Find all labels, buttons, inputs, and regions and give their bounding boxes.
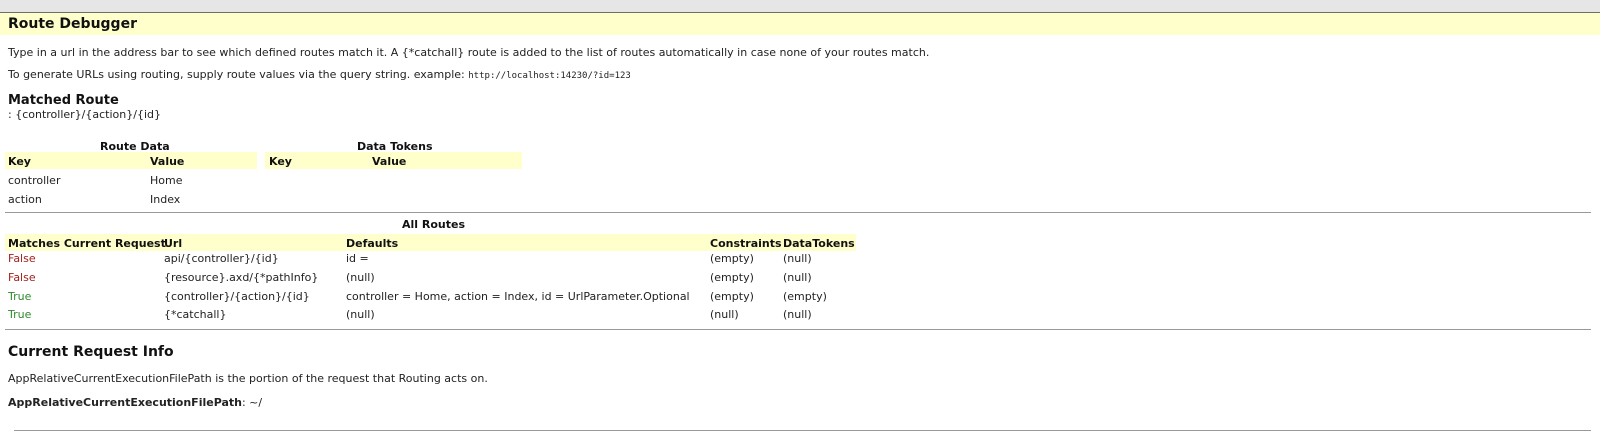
section-divider (5, 212, 1591, 213)
route-match-status: False (8, 252, 36, 265)
current-path-label: AppRelativeCurrentExecutionFilePath (8, 396, 242, 409)
defaults-header: Defaults (346, 237, 399, 250)
intro-text: Type in a url in the address bar to see … (8, 46, 930, 59)
generate-urls-line: To generate URLs using routing, supply r… (8, 68, 631, 81)
matched-route-heading: Matched Route (8, 93, 119, 108)
all-routes-title: All Routes (402, 218, 466, 231)
matched-route-value: : {controller}/{action}/{id} (8, 108, 161, 121)
route-defaults: controller = Home, action = Index, id = … (346, 290, 690, 303)
route-defaults: (null) (346, 308, 375, 321)
browser-top-strip (0, 0, 1600, 13)
route-constraints: (empty) (710, 271, 754, 284)
route-url: api/{controller}/{id} (164, 252, 279, 265)
page-title: Route Debugger (8, 16, 137, 32)
generate-urls-text: To generate URLs using routing, supply r… (8, 68, 465, 81)
route-url: {*catchall} (164, 308, 227, 321)
title-bar: Route Debugger (0, 13, 1600, 35)
route-match-status: True (8, 290, 32, 303)
route-constraints: (empty) (710, 252, 754, 265)
example-url: http://localhost:14230/?id=123 (468, 71, 631, 81)
route-url: {resource}.axd/{*pathInfo} (164, 271, 319, 284)
route-url: {controller}/{action}/{id} (164, 290, 310, 303)
current-path-value: : ~/ (241, 396, 263, 409)
route-match-status: False (8, 271, 36, 284)
route-match-status: True (8, 308, 32, 321)
route-defaults: (null) (346, 271, 375, 284)
datatokens-header: DataTokens (783, 237, 855, 250)
url-header: Url (164, 237, 183, 250)
route-datatokens: (null) (783, 308, 812, 321)
data-tokens-key-header: Key (269, 155, 292, 168)
current-path-line: AppRelativeCurrentExecutionFilePath: ~/ (8, 396, 262, 409)
route-data-key: controller (8, 174, 61, 187)
route-datatokens: (empty) (783, 290, 827, 303)
section-divider (5, 329, 1591, 330)
matches-header: Matches Current Request (8, 237, 166, 250)
route-defaults: id = (346, 252, 369, 265)
route-datatokens: (null) (783, 252, 812, 265)
route-data-header-row (5, 152, 257, 169)
route-data-value: Home (150, 174, 183, 187)
route-data-value-header: Value (150, 155, 185, 168)
current-request-heading: Current Request Info (8, 344, 174, 360)
route-datatokens: (null) (783, 271, 812, 284)
route-data-key: action (8, 193, 42, 206)
data-tokens-value-header: Value (372, 155, 407, 168)
route-constraints: (null) (710, 308, 739, 321)
route-constraints: (empty) (710, 290, 754, 303)
route-data-value: Index (150, 193, 181, 206)
current-request-description: AppRelativeCurrentExecutionFilePath is t… (8, 372, 488, 385)
route-data-key-header: Key (8, 155, 31, 168)
constraints-header: Constraints (710, 237, 782, 250)
bottom-divider (14, 430, 1591, 431)
